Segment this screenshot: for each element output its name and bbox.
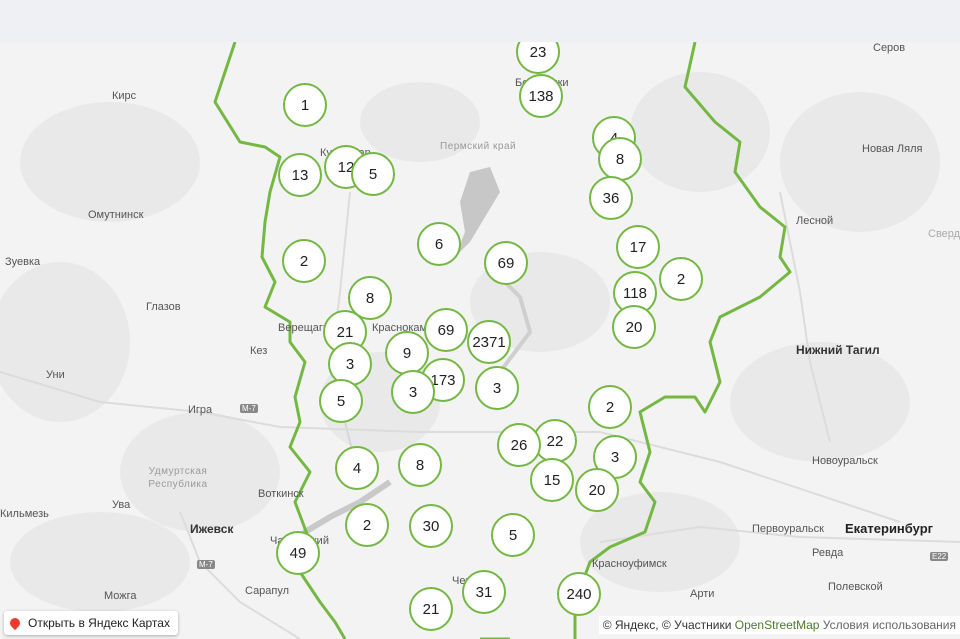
map-attribution: © Яндекс, © Участники OpenStreetMap Усло… — [598, 616, 960, 634]
cluster-marker[interactable]: 20 — [612, 305, 656, 349]
attribution-text: © Яндекс, © Участники — [602, 618, 735, 632]
cluster-marker[interactable]: 21 — [409, 587, 453, 631]
place-label: Кез — [250, 345, 268, 357]
place-label: Ува — [112, 499, 131, 511]
place-label: Можга — [104, 590, 137, 602]
cluster-marker[interactable]: 13 — [278, 153, 322, 197]
place-label: Красноуфимск — [592, 558, 667, 570]
place-label: Новоуральск — [812, 455, 878, 467]
place-label: Воткинск — [258, 488, 304, 500]
place-label: Зуевка — [5, 256, 41, 268]
place-label: Нижний Тагил — [796, 343, 880, 357]
cluster-marker[interactable]: 26 — [497, 423, 541, 467]
cluster-marker[interactable]: 69 — [424, 308, 468, 352]
place-label: Кирс — [112, 90, 137, 102]
place-label: Арти — [690, 588, 715, 600]
place-label: Ревда — [812, 547, 844, 559]
cluster-marker[interactable]: 20 — [575, 468, 619, 512]
region-label: Удмуртская Республика — [148, 466, 208, 490]
cluster-marker[interactable]: 36 — [589, 176, 633, 220]
map-canvas[interactable]: Серов Кирс Пермский край Новая Ляля Омут… — [0, 42, 960, 639]
region-label: Пермский край — [440, 141, 517, 152]
top-bar — [0, 0, 960, 42]
cluster-marker[interactable]: 49 — [276, 531, 320, 575]
road-badge: M-7 — [240, 404, 258, 413]
cluster-marker[interactable]: 240 — [557, 572, 601, 616]
cluster-marker[interactable]: 9 — [385, 331, 429, 375]
place-label: Лесной — [796, 215, 834, 227]
place-label: Глазов — [146, 301, 181, 313]
place-label: Уни — [46, 369, 65, 381]
cluster-marker[interactable]: 2 — [659, 257, 703, 301]
cluster-marker[interactable]: 69 — [484, 241, 528, 285]
cluster-marker[interactable]: 31 — [462, 570, 506, 614]
cluster-marker[interactable]: 4 — [335, 446, 379, 490]
cluster-marker[interactable]: 17 — [616, 225, 660, 269]
place-label: Сарапул — [245, 585, 290, 597]
terms-link[interactable]: Условия использования — [819, 618, 956, 632]
cluster-marker[interactable]: 1 — [283, 83, 327, 127]
place-label: Омутнинск — [88, 209, 144, 221]
cluster-marker[interactable]: 138 — [519, 74, 563, 118]
place-label: Первоуральск — [752, 523, 824, 535]
cluster-marker[interactable]: 2 — [588, 385, 632, 429]
road-badge: M-7 — [197, 560, 215, 569]
cluster-marker[interactable]: 3 — [475, 366, 519, 410]
place-label: Екатеринбург — [845, 521, 934, 536]
cluster-marker[interactable]: 15 — [530, 458, 574, 502]
cluster-marker[interactable]: 5 — [351, 152, 395, 196]
open-in-yandex-label: Открыть в Яндекс Картах — [28, 616, 170, 630]
road-badge: E22 — [930, 552, 949, 561]
place-label: Полевской — [828, 581, 883, 593]
place-label: Новая Ляля — [862, 143, 923, 155]
place-label: Сверд — [928, 228, 960, 240]
place-label: Кильмезь — [0, 508, 49, 520]
cluster-marker[interactable]: 8 — [398, 443, 442, 487]
cluster-marker[interactable]: 3 — [391, 370, 435, 414]
cluster-marker[interactable]: 30 — [409, 504, 453, 548]
cluster-marker[interactable]: 2371 — [467, 320, 511, 364]
map-pin-icon — [7, 615, 23, 631]
cluster-marker[interactable]: 6 — [417, 222, 461, 266]
cluster-marker[interactable]: 8 — [598, 137, 642, 181]
place-label: Серов — [873, 42, 906, 54]
cluster-marker[interactable]: 2 — [282, 239, 326, 283]
place-label: Игра — [188, 404, 213, 416]
cluster-marker[interactable]: 2 — [345, 503, 389, 547]
open-in-yandex-maps-button[interactable]: Открыть в Яндекс Картах — [4, 611, 178, 635]
place-label: Ижевск — [190, 522, 234, 536]
openstreetmap-link[interactable]: OpenStreetMap — [735, 618, 820, 632]
cluster-marker[interactable]: 5 — [319, 379, 363, 423]
cluster-marker[interactable]: 5 — [491, 513, 535, 557]
